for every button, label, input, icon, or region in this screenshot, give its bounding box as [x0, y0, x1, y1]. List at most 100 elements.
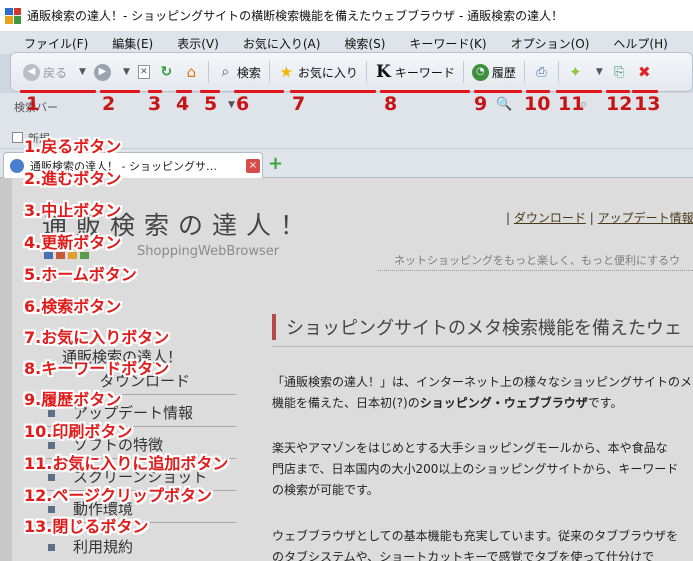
- paragraph-2: 楽天やアマゾンをはじめとする大手ショッピングモールから、本や食品な 門店まで、日…: [272, 441, 679, 497]
- number-label: 1: [26, 93, 40, 115]
- close-tab-icon[interactable]: ×: [246, 158, 260, 173]
- callout-favorites: 7.お気に入りボタン: [24, 328, 170, 347]
- button-number-labels: 1 2 3 4 5 6 7 8 9 10 11 12 13: [0, 93, 693, 121]
- bullet-icon: [48, 544, 55, 551]
- home-icon: ⌂: [186, 62, 197, 81]
- search-icon: ⌕: [221, 64, 230, 80]
- heading-rule: [272, 346, 693, 347]
- bookmark-checkbox[interactable]: [12, 132, 23, 143]
- paragraph-1: 「通販検索の達人！」は、インターネット上の様々なショッピングサイトのメ 機能を備…: [272, 375, 693, 410]
- keyword-button[interactable]: K キーワード: [373, 59, 457, 85]
- callout-history: 9.履歴ボタン: [24, 390, 122, 409]
- search-button[interactable]: ⌕ 検索: [215, 59, 263, 85]
- callout-reload: 4.更新ボタン: [24, 233, 122, 252]
- menu-keyword[interactable]: キーワード(K): [409, 35, 486, 52]
- number-label: 8: [384, 93, 398, 115]
- link-download[interactable]: ダウンロード: [514, 211, 586, 225]
- header-links: | ダウンロード | アップデート情報: [506, 209, 693, 226]
- toolbar-separator: [207, 61, 209, 83]
- callout-home: 5.ホームボタン: [24, 265, 137, 284]
- nav-item-terms[interactable]: 利用規約: [48, 536, 133, 557]
- callout-forward: 2.進むボタン: [24, 169, 122, 188]
- globe-icon: [10, 158, 24, 173]
- add-favorite-button[interactable]: ✦: [565, 59, 586, 85]
- divider: [378, 270, 693, 271]
- forward-arrow-icon: ▶: [93, 63, 111, 81]
- forward-dropdown-icon[interactable]: ▼: [123, 67, 130, 77]
- bullet-icon: [48, 410, 55, 417]
- paragraph-3: ウェブブラウザとしての基本機能も充実しています。従来のタブブラウザを のタブシス…: [272, 529, 679, 561]
- main-toolbar: ◀ 戻る ▼ ▶ ▼ ✕ ↻ ⌂ ⌕ 検索 ★ お気に入り K キーワード ◔ …: [10, 52, 693, 92]
- menu-view[interactable]: 表示(V): [177, 35, 219, 52]
- back-arrow-icon: ◀: [23, 63, 40, 81]
- callout-back: 1.戻るボタン: [24, 137, 122, 156]
- app-icon: [5, 7, 21, 24]
- reload-button[interactable]: ↻: [156, 59, 177, 85]
- print-button[interactable]: ⎙: [531, 59, 552, 85]
- add-star-icon: ✦: [569, 62, 582, 81]
- new-tab-button[interactable]: +: [268, 155, 283, 173]
- menu-options[interactable]: オプション(O): [511, 35, 590, 52]
- add-favorite-dropdown-icon[interactable]: ▼: [596, 67, 603, 77]
- site-tagline: ネットショッピングをもっと楽しく、もっと便利にするウ: [394, 254, 681, 267]
- number-label: 6: [236, 93, 250, 115]
- link-separator: |: [589, 211, 594, 225]
- callout-page-clip: 12.ページクリップボタン: [24, 486, 213, 505]
- toolbar-separator: [268, 61, 270, 83]
- reload-icon: ↻: [160, 64, 173, 80]
- callout-add-favorite: 11.お気に入りに追加ボタン: [24, 454, 229, 473]
- number-label: 3: [148, 93, 162, 115]
- favorites-button[interactable]: ★ お気に入り: [276, 59, 360, 85]
- number-label: 13: [634, 93, 661, 115]
- bullet-icon: [48, 474, 55, 481]
- number-label: 7: [292, 93, 306, 115]
- page-heading: ショッピングサイトのメタ検索機能を備えたウェ: [272, 314, 682, 340]
- number-label: 5: [204, 93, 218, 115]
- back-dropdown-icon[interactable]: ▼: [79, 67, 86, 77]
- number-label: 10: [524, 93, 551, 115]
- clip-icon: ⎘: [614, 64, 625, 80]
- callout-close: 13.閉じるボタン: [24, 517, 149, 536]
- number-label: 9: [474, 93, 488, 115]
- bullet-icon: [48, 442, 55, 449]
- menu-help[interactable]: ヘルプ(H): [613, 35, 667, 52]
- forward-button[interactable]: ▶: [92, 59, 113, 85]
- stop-icon: ✕: [137, 65, 150, 79]
- star-icon: ★: [279, 62, 294, 81]
- stop-button[interactable]: ✕: [136, 59, 152, 85]
- menu-edit[interactable]: 編集(E): [112, 35, 153, 52]
- history-button[interactable]: ◔ 履歴: [470, 59, 518, 85]
- menu-bar: ファイル(F) 編集(E) 表示(V) お気に入り(A) 検索(S) キーワード…: [0, 32, 693, 54]
- toolbar-separator: [523, 61, 525, 83]
- printer-icon: ⎙: [536, 64, 547, 80]
- link-update[interactable]: アップデート情報: [598, 211, 693, 225]
- toolbar-separator: [365, 61, 367, 83]
- callout-stop: 3.中止ボタン: [24, 201, 122, 220]
- close-icon: ✖: [638, 62, 651, 81]
- home-button[interactable]: ⌂: [181, 59, 202, 85]
- left-edge: [0, 178, 12, 561]
- number-label: 2: [102, 93, 116, 115]
- window-title: 通販検索の達人！- ショッピングサイトの横断検索機能を備えたウェブブラウザ - …: [27, 9, 564, 23]
- callout-keyword: 8.キーワードボタン: [24, 359, 170, 378]
- page-clip-button[interactable]: ⎘: [609, 59, 630, 85]
- number-label: 4: [176, 93, 190, 115]
- callout-print: 10.印刷ボタン: [24, 422, 133, 441]
- number-label: 12: [606, 93, 633, 115]
- bullet-icon: [48, 506, 55, 513]
- menu-search[interactable]: 検索(S): [344, 35, 385, 52]
- link-separator: |: [506, 211, 511, 225]
- back-button[interactable]: ◀ 戻る: [21, 59, 69, 85]
- callout-search: 6.検索ボタン: [24, 297, 122, 316]
- toolbar-separator: [462, 61, 464, 83]
- toolbar-separator: [557, 61, 559, 83]
- number-label: 11: [558, 93, 585, 115]
- site-logo-subtitle: ShoppingWebBrowser: [137, 244, 280, 259]
- menu-file[interactable]: ファイル(F): [24, 35, 88, 52]
- menu-favorites[interactable]: お気に入り(A): [243, 35, 321, 52]
- logo-bars: [44, 252, 89, 259]
- close-button[interactable]: ✖: [634, 59, 655, 85]
- history-icon: ◔: [471, 63, 489, 81]
- title-bar: 通販検索の達人！- ショッピングサイトの横断検索機能を備えたウェブブラウザ - …: [0, 0, 693, 32]
- keyword-k-icon: K: [376, 61, 391, 82]
